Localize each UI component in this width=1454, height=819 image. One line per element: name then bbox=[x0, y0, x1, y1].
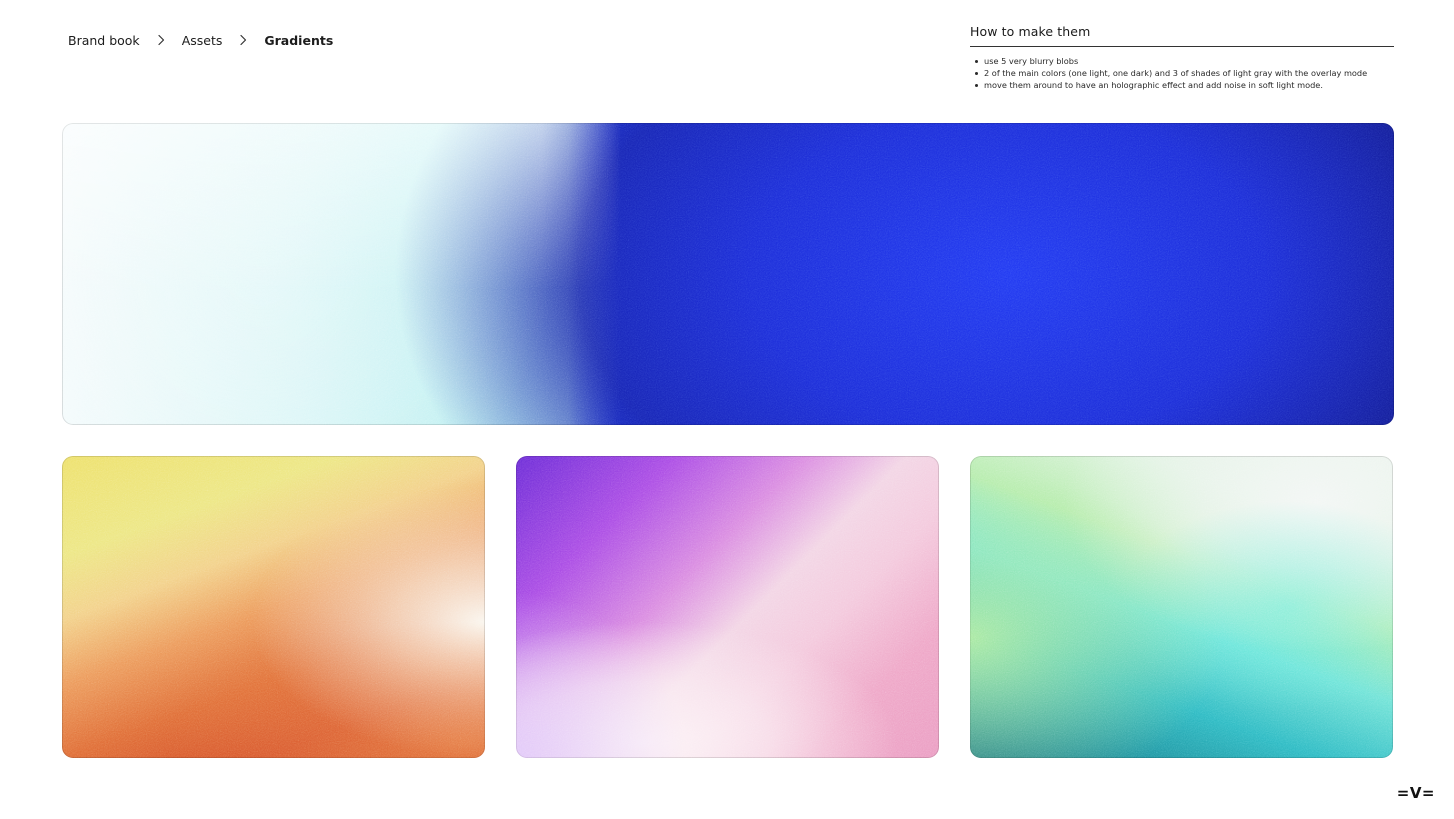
noise-texture bbox=[970, 456, 1393, 758]
howto-step: move them around to have an holographic … bbox=[970, 79, 1394, 91]
breadcrumb-item-assets[interactable]: Assets bbox=[182, 33, 223, 48]
noise-texture bbox=[516, 456, 939, 758]
noise-texture bbox=[62, 123, 1394, 425]
noise-texture bbox=[62, 456, 485, 758]
howto-panel: How to make them use 5 very blurry blobs… bbox=[970, 24, 1394, 91]
breadcrumb: Brand book Assets Gradients bbox=[68, 31, 333, 49]
chevron-right-icon bbox=[222, 34, 264, 46]
howto-step: 2 of the main colors (one light, one dar… bbox=[970, 67, 1394, 79]
gradient-card-pink bbox=[516, 456, 939, 758]
breadcrumb-item-brand-book[interactable]: Brand book bbox=[68, 33, 140, 48]
howto-title: How to make them bbox=[970, 24, 1394, 47]
howto-steps-list: use 5 very blurry blobs 2 of the main co… bbox=[970, 55, 1394, 91]
chevron-right-icon bbox=[140, 34, 182, 46]
gradient-card-orange bbox=[62, 456, 485, 758]
howto-step: use 5 very blurry blobs bbox=[970, 55, 1394, 67]
gradient-card-green bbox=[970, 456, 1393, 758]
breadcrumb-item-gradients: Gradients bbox=[264, 32, 334, 48]
gradient-hero-blue bbox=[62, 123, 1394, 425]
brand-logo: =V= bbox=[1396, 784, 1435, 802]
